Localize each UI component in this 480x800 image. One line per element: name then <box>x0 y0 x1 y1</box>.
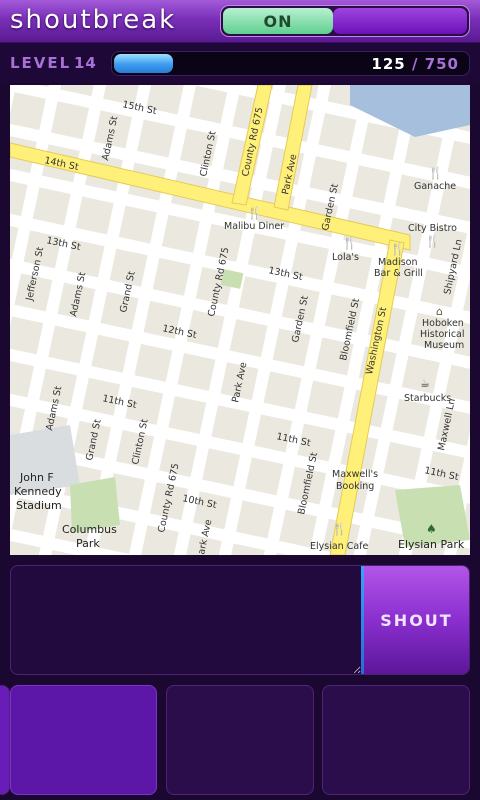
poi-label-madison-2: Bar & Grill <box>374 268 423 279</box>
shout-input[interactable] <box>11 566 361 674</box>
poi-label-hoboken-2: Historical <box>420 329 465 340</box>
coffee-icon: ☕ <box>420 377 430 390</box>
poi-label-jfk-2: Kennedy <box>14 485 62 498</box>
level-bar: LEVEL 14 125 / 750 <box>0 43 480 83</box>
map-view[interactable]: 15th St 14th St 13th St 13th St 12th St … <box>10 85 470 555</box>
restaurant-icon: 🍴 <box>425 234 440 248</box>
poi-label-elysian-park: Elysian Park <box>398 538 465 551</box>
xp-progress-fill <box>114 54 173 73</box>
poi-label-hoboken-3: Museum <box>424 340 464 351</box>
poi-label-ganache: Ganache <box>414 181 456 192</box>
xp-progress-bar: 125 / 750 <box>111 51 470 76</box>
shout-panel: SHOUT <box>10 565 470 675</box>
poi-label-columbus-1: Columbus <box>62 523 117 536</box>
restaurant-icon: 🍴 <box>428 166 443 180</box>
poi-label-maxwells-2: Booking <box>336 481 374 492</box>
level-number: 14 <box>74 54 97 72</box>
tab-tile-1[interactable] <box>10 685 157 795</box>
xp-max: 750 <box>424 55 459 73</box>
museum-icon: ⌂ <box>436 305 443 318</box>
poi-label-elysian-cafe: Elysian Cafe <box>310 541 369 552</box>
restaurant-icon: 🍴 <box>332 522 347 536</box>
restaurant-icon: 🍴 <box>247 206 262 220</box>
poi-label-malibu: Malibu Diner <box>224 221 284 232</box>
tab-tile-3[interactable] <box>322 685 470 795</box>
xp-current: 125 <box>371 55 406 73</box>
restaurant-icon: 🍴 <box>342 236 357 250</box>
power-toggle[interactable]: ON <box>220 5 470 37</box>
xp-separator: / <box>411 55 419 73</box>
app-title: shoutbreak <box>10 5 177 35</box>
poi-label-starbucks: Starbucks <box>404 393 451 404</box>
poi-label-columbus-2: Park <box>76 537 100 550</box>
restaurant-icon: 🍴 <box>390 242 405 256</box>
level-label: LEVEL <box>10 54 72 72</box>
xp-readout: 125 / 750 <box>371 55 459 73</box>
tree-icon: ♠ <box>426 522 437 536</box>
poi-label-madison-1: Madison <box>378 257 417 268</box>
poi-label-hoboken-1: Hoboken <box>422 318 464 329</box>
poi-label-maxwells-1: Maxwell's <box>332 469 378 480</box>
app-header: shoutbreak ON <box>0 0 480 43</box>
poi-label-jfk-3: Stadium <box>16 499 62 512</box>
toggle-on-label: ON <box>223 8 333 34</box>
tab-tile-edge[interactable] <box>0 685 10 795</box>
poi-label-city-bistro: City Bistro <box>408 223 457 234</box>
poi-label-jfk-1: John F <box>19 471 54 484</box>
poi-maxwells[interactable]: Maxwell's Booking <box>332 469 378 492</box>
shout-button[interactable]: SHOUT <box>364 566 469 674</box>
shout-button-label: SHOUT <box>380 610 453 630</box>
map-canvas[interactable]: 15th St 14th St 13th St 13th St 12th St … <box>10 85 470 555</box>
bottom-bar <box>0 680 480 800</box>
tab-tile-2[interactable] <box>166 685 314 795</box>
toggle-knob[interactable] <box>333 8 467 34</box>
poi-label-lolas: Lola's <box>332 252 359 263</box>
